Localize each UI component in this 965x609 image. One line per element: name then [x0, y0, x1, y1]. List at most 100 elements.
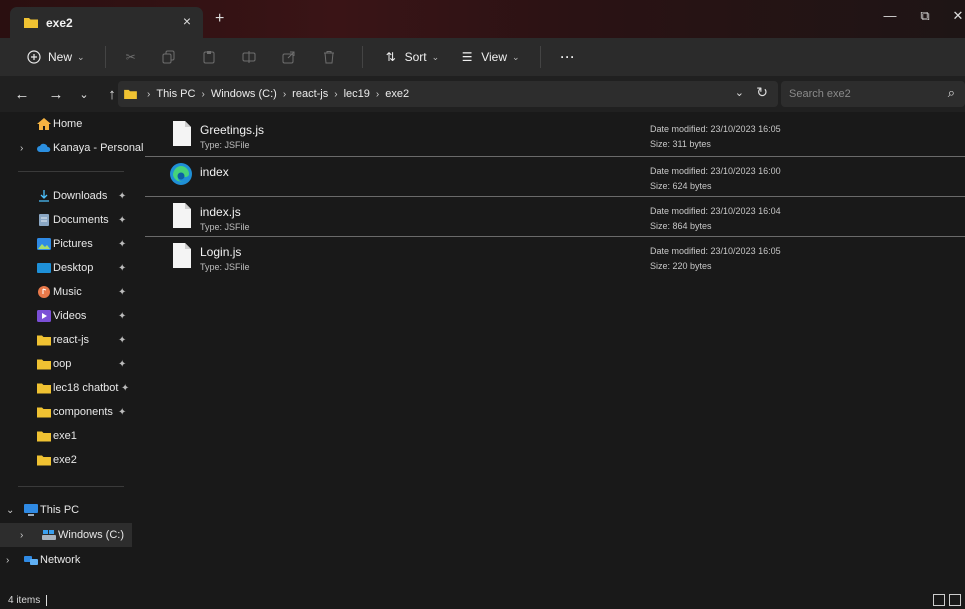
sidebar-item-exe2[interactable]: exe2	[0, 448, 132, 472]
sidebar-item-lec18-chatbot[interactable]: lec18 chatbot ✦	[0, 376, 132, 400]
file-size: Size: 624 bytes	[650, 181, 712, 191]
file-row-greetings-js[interactable]: Greetings.js Type: JSFile Date modified:…	[145, 116, 965, 154]
file-icon	[173, 243, 191, 268]
sidebar-item-downloads[interactable]: Downloads ✦	[0, 184, 132, 208]
documents-icon	[39, 214, 49, 226]
file-icon	[173, 203, 191, 228]
sidebar-item-windows-c[interactable]: › Windows (C:)	[0, 523, 132, 547]
paste-icon	[203, 51, 215, 64]
file-name: Login.js	[200, 245, 242, 259]
sort-label: Sort	[404, 50, 427, 64]
search-placeholder: Search exe2	[789, 88, 851, 100]
file-size: Size: 311 bytes	[650, 139, 711, 149]
sidebar-item-components[interactable]: components ✦	[0, 400, 132, 424]
sidebar-item-onedrive[interactable]: › Kanaya - Personal	[0, 136, 144, 160]
cut-icon: ✂	[125, 50, 136, 64]
file-row-index[interactable]: index Date modified: 23/10/2023 16:00 Si…	[145, 158, 965, 196]
pin-icon: ✦	[118, 310, 127, 322]
sidebar-item-network[interactable]: › Network	[0, 548, 132, 572]
pin-icon: ✦	[118, 190, 127, 202]
sort-button[interactable]: ⇅ Sort ⌄	[383, 49, 440, 65]
breadcrumb-windows-c[interactable]: Windows (C:)	[211, 88, 277, 100]
details-view-icon[interactable]	[933, 594, 945, 606]
pin-icon: ✦	[118, 358, 127, 370]
plus-circle-icon	[26, 49, 42, 65]
download-icon	[39, 190, 49, 202]
row-divider	[145, 236, 965, 237]
toolbar-divider	[361, 46, 363, 68]
sidebar-item-this-pc[interactable]: ⌄ This PC	[0, 498, 132, 522]
view-button[interactable]: ☰ View ⌄	[459, 49, 520, 65]
tiles-view-icon[interactable]	[949, 594, 961, 606]
sidebar-item-music[interactable]: Music ✦	[0, 280, 132, 304]
sidebar-item-documents[interactable]: Documents ✦	[0, 208, 132, 232]
breadcrumb-chevron-icon: ›	[334, 88, 338, 100]
refresh-icon[interactable]: ↻	[756, 84, 768, 101]
file-type: Type: JSFile	[200, 140, 250, 150]
breadcrumb-exe2[interactable]: exe2	[385, 88, 409, 100]
minimize-icon[interactable]: —	[875, 8, 905, 23]
address-dropdown-icon[interactable]: ⌄	[735, 86, 744, 99]
sidebar-item-desktop[interactable]: Desktop ✦	[0, 256, 132, 280]
folder-icon	[37, 455, 51, 466]
pin-icon: ✦	[118, 334, 127, 346]
sidebar-item-exe1[interactable]: exe1	[0, 424, 132, 448]
file-icon	[173, 121, 191, 146]
breadcrumb-chevron-icon: ›	[147, 88, 151, 100]
file-date-modified: Date modified: 23/10/2023 16:04	[650, 206, 781, 216]
breadcrumb-this-pc[interactable]: This PC	[156, 88, 195, 100]
chevron-down-icon: ⌄	[431, 51, 440, 62]
chevron-right-icon[interactable]: ›	[20, 530, 23, 541]
sidebar-item-react-js[interactable]: react-js ✦	[0, 328, 132, 352]
folder-icon	[37, 407, 51, 418]
title-bar: exe2 × + — ⧉ ✕	[0, 0, 965, 38]
pictures-icon	[37, 238, 51, 250]
tab-title: exe2	[46, 15, 73, 30]
home-icon	[37, 118, 51, 130]
cut-button[interactable]: ✂	[126, 50, 136, 64]
sidebar-item-oop[interactable]: oop ✦	[0, 352, 132, 376]
copy-button[interactable]	[162, 50, 176, 64]
new-tab-icon[interactable]: +	[215, 10, 224, 28]
file-row-index-js[interactable]: index.js Type: JSFile Date modified: 23/…	[145, 198, 965, 236]
pin-icon: ✦	[118, 286, 127, 298]
videos-icon	[37, 310, 51, 322]
folder-icon	[37, 359, 51, 370]
view-toggle	[933, 594, 961, 606]
forward-arrow-icon[interactable]: →	[44, 86, 68, 103]
file-type: Type: JSFile	[200, 222, 250, 232]
trash-icon	[323, 51, 334, 64]
rename-button[interactable]	[242, 50, 256, 64]
chevron-right-icon[interactable]: ›	[20, 143, 23, 154]
new-button[interactable]: New ⌄	[26, 49, 85, 65]
sidebar-item-pictures[interactable]: Pictures ✦	[0, 232, 132, 256]
paste-button[interactable]	[202, 50, 216, 64]
sidebar-item-home[interactable]: Home	[0, 112, 132, 136]
sidebar-item-videos[interactable]: Videos ✦	[0, 304, 132, 328]
breadcrumb-lec19[interactable]: lec19	[344, 88, 370, 100]
chevron-down-icon[interactable]: ⌄	[6, 505, 14, 516]
chevron-right-icon[interactable]: ›	[6, 555, 9, 566]
recent-locations-icon[interactable]: ⌄	[72, 88, 96, 101]
search-input[interactable]: Search exe2 ⌕	[781, 81, 965, 107]
close-window-icon[interactable]: ✕	[943, 8, 965, 24]
maximize-icon[interactable]: ⧉	[910, 8, 940, 24]
address-bar[interactable]: › This PC › Windows (C:) › react-js › le…	[118, 81, 778, 107]
tab-exe2[interactable]: exe2 ×	[10, 7, 203, 38]
toolbar-divider	[539, 46, 541, 68]
pin-icon: ✦	[121, 382, 130, 394]
share-button[interactable]	[282, 50, 296, 64]
tab-close-icon[interactable]: ×	[183, 13, 191, 29]
pin-icon: ✦	[118, 262, 127, 274]
delete-button[interactable]	[322, 50, 336, 64]
back-arrow-icon[interactable]: ←	[10, 86, 34, 103]
new-label: New	[48, 50, 73, 64]
file-row-login-js[interactable]: Login.js Type: JSFile Date modified: 23/…	[145, 238, 965, 276]
breadcrumb-react-js[interactable]: react-js	[292, 88, 328, 100]
command-bar: New ⌄ ✂ ⇅ Sort ⌄ ☰ View ⌄ ···	[0, 38, 965, 76]
share-icon	[282, 51, 295, 64]
view-icon: ☰	[461, 50, 473, 64]
more-options-button[interactable]: ···	[561, 50, 576, 64]
file-date-modified: Date modified: 23/10/2023 16:05	[650, 124, 781, 134]
music-icon	[38, 286, 50, 298]
